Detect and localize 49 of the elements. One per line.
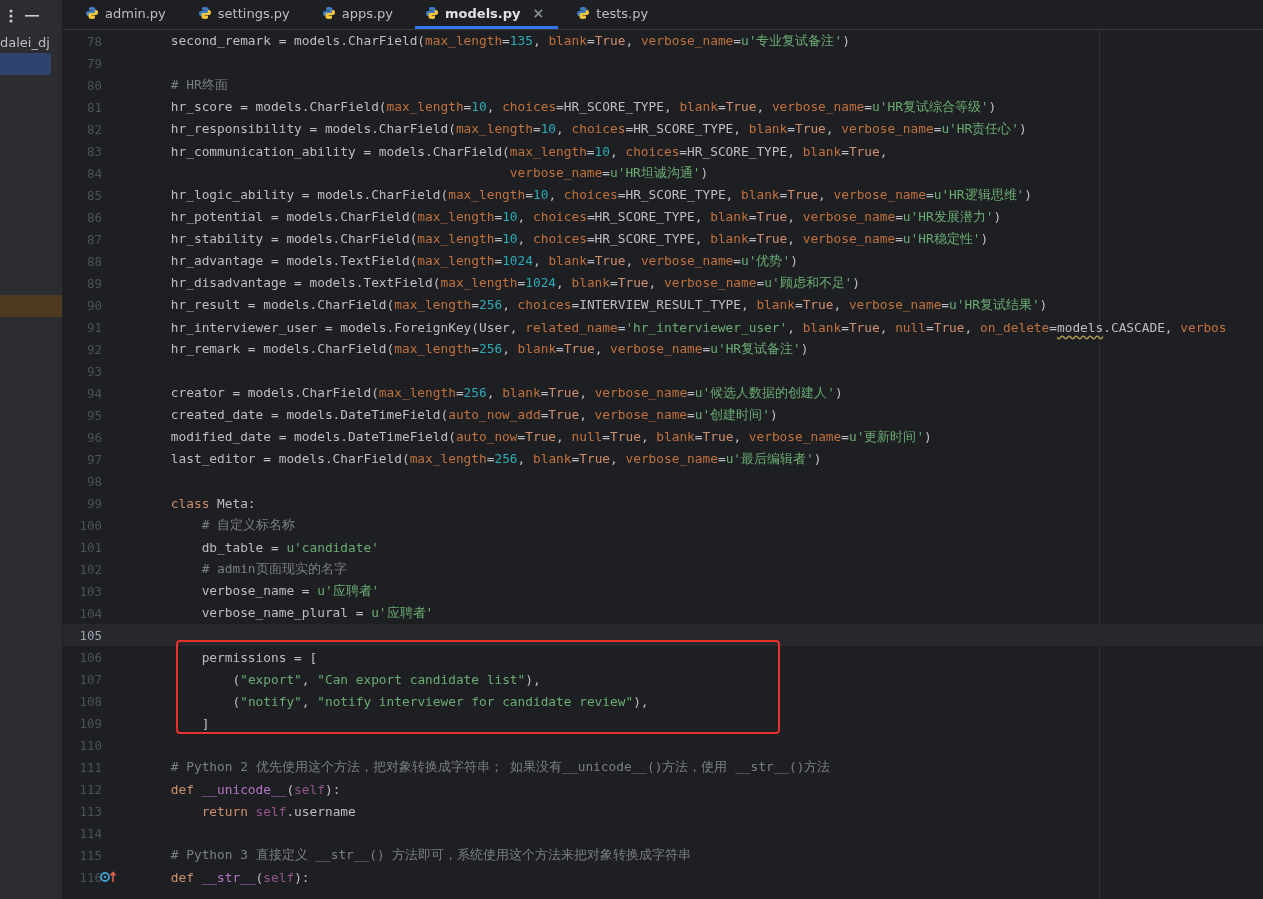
code-line: hr_disadvantage = models.TextField(max_length=1024, blank=True, verbose_name=u'顾虑和不足') (169, 274, 860, 292)
code-line: hr_logic_ability = models.CharField(max_length=10, choices=HR_SCORE_TYPE, blank=True, verbose_name=u'HR逻辑思维') (169, 186, 1032, 204)
code-editor[interactable] (63, 30, 1263, 899)
code-line: created_date = models.DateTimeField(auto_now_add=True, verbose_name=u'创建时间') (169, 406, 778, 424)
code-line: ("export", "Can export candidate list"), (231, 671, 541, 687)
code-line: ] (200, 715, 210, 731)
code-line: hr_remark = models.CharField(max_length=256, blank=True, verbose_name=u'HR复试备注') (169, 340, 809, 358)
code-line: def __str__(self): (169, 869, 310, 885)
code-line: hr_interviewer_user = models.ForeignKey(User, related_name='hr_interviewer_user', blank=True, null=True, on_delete=models.CASCADE, verbos (169, 319, 1227, 335)
close-tab-button[interactable]: × (532, 5, 545, 21)
code-line: permissions = [ (200, 649, 318, 665)
python-file-icon (197, 6, 212, 20)
code-line: verbose_name=u'HR坦诚沟通') (508, 164, 709, 182)
code-line: modified_date = models.DateTimeField(auto_now=True, null=True, blank=True, verbose_name=u'更新时间') (169, 428, 932, 446)
project-tree-item[interactable]: dalei_dj (0, 34, 50, 50)
file-tab[interactable]: admin.py (75, 0, 180, 29)
code-line: class Meta: (169, 495, 256, 511)
python-file-icon (425, 6, 440, 20)
code-line: verbose_name_plural = u'应聘者' (200, 604, 434, 622)
code-line: # Python 3 直接定义 __str__() 方法即可，系统使用这个方法来把对象转换成字符串 (169, 846, 692, 864)
code-line: creator = models.CharField(max_length=256, blank=True, verbose_name=u'候选人数据的创建人') (169, 384, 843, 402)
code-line: hr_result = models.CharField(max_length=256, choices=INTERVIEW_RESULT_TYPE, blank=True, verbose_name=u'HR复试结果') (169, 296, 1048, 314)
code-line: # Python 2 优先使用这个方法，把对象转换成字符串； 如果没有__unicode__()方法，使用 __str__()方法 (169, 758, 831, 776)
python-file-icon (576, 6, 591, 20)
code-line: hr_communication_ability = models.CharField(max_length=10, choices=HR_SCORE_TYPE, blank=True, (169, 143, 888, 159)
line-number: 105 (79, 627, 102, 643)
code-line: def __unicode__(self): (169, 781, 341, 797)
code-line: second_remark = models.CharField(max_length=135, blank=True, verbose_name=u'专业复试备注') (169, 32, 850, 50)
code-line: hr_potential = models.CharField(max_length=10, choices=HR_SCORE_TYPE, blank=True, verbose_name=u'HR发展潜力') (169, 208, 1002, 226)
file-tab[interactable]: tests.py (566, 0, 663, 29)
code-line: # 自定义标名称 (200, 516, 296, 534)
code-line: hr_stability = models.CharField(max_length=10, choices=HR_SCORE_TYPE, blank=True, verbose_name=u'HR稳定性') (169, 230, 989, 248)
code-line: # admin页面现实的名字 (200, 560, 347, 578)
minimize-icon[interactable] (25, 14, 39, 17)
python-file-icon (321, 6, 336, 20)
code-line: hr_responsibility = models.CharField(max_length=10, choices=HR_SCORE_TYPE, blank=True, verbose_name=u'HR责任心') (169, 120, 1027, 138)
code-line: return self.username (200, 803, 356, 819)
code-line: ("notify", "notify interviewer for candidate review"), (231, 693, 649, 709)
code-line: # HR终面 (169, 76, 228, 94)
code-line: last_editor = models.CharField(max_length=256, blank=True, verbose_name=u'最后编辑者') (169, 450, 822, 468)
code-line: db_table = u'candidate' (200, 539, 379, 555)
file-tab[interactable]: settings.py (187, 0, 304, 29)
more-options-icon[interactable] (9, 8, 13, 23)
python-file-icon (85, 6, 99, 20)
code-line: hr_advantage = models.TextField(max_length=1024, blank=True, verbose_name=u'优势') (169, 252, 798, 270)
override-marker-icon[interactable] (100, 871, 118, 883)
code-line: verbose_name = u'应聘者' (200, 582, 380, 600)
file-tab[interactable]: apps.py (311, 0, 408, 29)
code-line: hr_score = models.CharField(max_length=10, choices=HR_SCORE_TYPE, blank=True, verbose_name=u'HR复试综合等级') (169, 98, 997, 116)
